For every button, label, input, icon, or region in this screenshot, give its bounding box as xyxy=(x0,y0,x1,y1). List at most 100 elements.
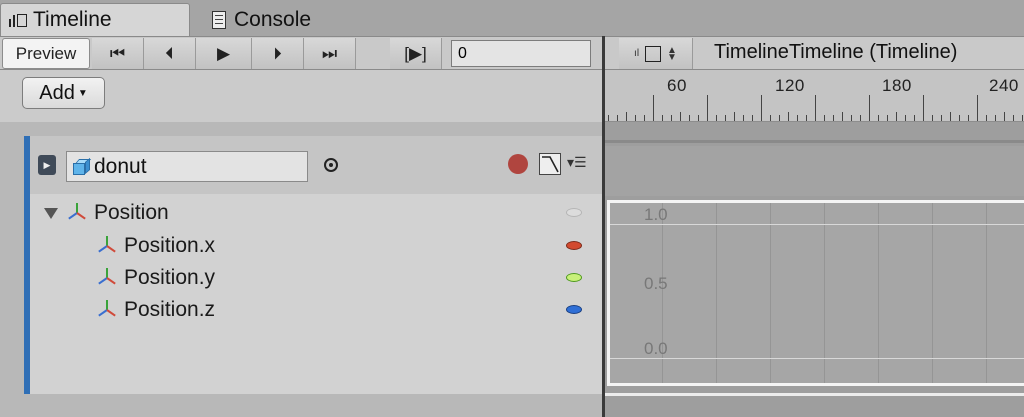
play-button[interactable]: ▶ xyxy=(196,38,252,69)
bound-object-name: donut xyxy=(94,154,147,178)
property-row-position-z[interactable]: Position.z xyxy=(96,295,215,325)
ruler-tick xyxy=(788,112,789,121)
track-separator xyxy=(605,140,1024,143)
last-key-button[interactable]: ⏭ xyxy=(304,38,356,69)
ruler-tick xyxy=(923,95,924,121)
record-icon[interactable] xyxy=(508,154,528,174)
tab-bar: Timeline Console xyxy=(0,0,1024,36)
track-options-menu-icon[interactable]: ▾☰ xyxy=(567,154,587,171)
next-frame-icon: ⏵ xyxy=(273,43,282,63)
last-key-icon: ⏭ xyxy=(321,43,338,63)
ruler-tick xyxy=(1022,115,1023,121)
curve-value-label: 1.0 xyxy=(644,205,668,224)
ruler-tick xyxy=(779,115,780,121)
ruler-tick xyxy=(770,115,771,121)
first-key-button[interactable]: ⏮ xyxy=(92,38,144,69)
ruler-tick xyxy=(725,115,726,121)
add-button[interactable]: Add ▼ xyxy=(22,77,105,109)
keyframe-indicator-position-z[interactable] xyxy=(566,305,582,314)
grid-line xyxy=(824,203,825,383)
grid-line xyxy=(986,203,987,383)
bound-object-field[interactable]: donut xyxy=(66,151,308,182)
ruler-tick xyxy=(860,115,861,121)
ruler-tick xyxy=(824,115,825,121)
transform-axes-icon xyxy=(66,202,88,224)
curves-toggle-icon[interactable] xyxy=(539,153,561,175)
curve-editor[interactable]: 1.0 0.5 0.0 xyxy=(607,200,1024,386)
tab-timeline[interactable]: Timeline xyxy=(0,3,190,36)
console-document-icon xyxy=(212,10,226,29)
add-button-label: Add xyxy=(39,81,75,104)
ruler-tick xyxy=(905,115,906,121)
first-key-icon: ⏮ xyxy=(109,43,126,63)
animation-track[interactable]: ▶ donut ▾☰ Position Position.x Position.… xyxy=(24,136,602,394)
cube-icon xyxy=(71,157,92,177)
property-row-position[interactable]: Position xyxy=(44,198,169,228)
ruler-tick xyxy=(869,95,870,121)
timeline-content: 1.0 0.5 0.0 xyxy=(605,122,1024,417)
frame-input[interactable] xyxy=(451,40,591,67)
property-row-position-x[interactable]: Position.x xyxy=(96,231,215,261)
ruler-tick xyxy=(734,112,735,121)
timeline-bars-icon xyxy=(7,9,29,31)
next-frame-button[interactable]: ⏵ xyxy=(252,38,304,69)
ruler-tick xyxy=(752,115,753,121)
ruler-tick xyxy=(680,112,681,121)
timeline-asset-title: TimelineTimeline (Timeline) xyxy=(714,41,958,63)
ruler-label: 60 xyxy=(667,76,687,95)
ruler-tick xyxy=(689,115,690,121)
ruler-tick xyxy=(671,115,672,121)
ruler-tick xyxy=(617,115,618,121)
expand-track-button[interactable]: ▶ xyxy=(38,155,56,175)
ruler-tick xyxy=(977,95,978,121)
updown-arrows-icon: ▲ ▼ xyxy=(667,44,677,63)
track-clip-area[interactable] xyxy=(605,146,1024,196)
ruler-tick xyxy=(797,115,798,121)
ruler-tick xyxy=(878,115,879,121)
curve-value-label: 0.5 xyxy=(644,274,668,293)
transform-axes-icon xyxy=(96,235,118,257)
property-label: Position.z xyxy=(124,298,216,321)
transform-axes-icon xyxy=(96,267,118,289)
play-range-icon: [▶] xyxy=(404,43,427,63)
ruler-tick xyxy=(644,115,645,121)
grid-line xyxy=(716,203,717,383)
tab-timeline-label: Timeline xyxy=(33,8,112,31)
ruler-tick xyxy=(716,115,717,121)
ruler-tick xyxy=(932,115,933,121)
ruler-tick xyxy=(815,95,816,121)
ruler-tick xyxy=(914,115,915,121)
keyframe-indicator-position[interactable] xyxy=(566,208,582,217)
track-list: ▶ donut ▾☰ Position Position.x Position.… xyxy=(0,122,602,417)
view-mode-icon xyxy=(645,45,662,62)
ruler-tick xyxy=(1004,112,1005,121)
grid-line xyxy=(932,203,933,383)
ruler-tick xyxy=(1013,115,1014,121)
ruler-tick xyxy=(635,115,636,121)
view-mode-dropdown[interactable]: ıl ▲ ▼ xyxy=(619,38,693,69)
ruler-tick xyxy=(806,115,807,121)
ruler-tick xyxy=(698,115,699,121)
time-ruler[interactable]: 60 120 180 240 xyxy=(605,70,1024,122)
property-label: Position xyxy=(94,201,169,224)
object-picker-icon[interactable] xyxy=(324,158,338,172)
ruler-tick xyxy=(653,95,654,121)
keyframe-indicator-position-x[interactable] xyxy=(566,241,582,250)
preview-button[interactable]: Preview xyxy=(2,38,90,69)
play-icon: ▶ xyxy=(216,43,231,63)
property-row-position-y[interactable]: Position.y xyxy=(96,263,215,293)
tab-console-label: Console xyxy=(234,7,312,31)
ruler-tick xyxy=(986,115,987,121)
play-range-button[interactable]: [▶] xyxy=(390,38,442,69)
ruler-tick xyxy=(959,115,960,121)
collapse-triangle-icon[interactable] xyxy=(44,207,58,219)
keyframe-indicator-position-y[interactable] xyxy=(566,273,582,282)
ruler-tick xyxy=(833,115,834,121)
property-label: Position.y xyxy=(124,266,216,289)
ruler-tick xyxy=(743,115,744,121)
ruler-tick xyxy=(851,115,852,121)
tab-console[interactable]: Console xyxy=(212,3,362,36)
ruler-tick xyxy=(626,112,627,121)
curve-value-label: 0.0 xyxy=(644,339,668,358)
previous-frame-button[interactable]: ⏴ xyxy=(144,38,196,69)
